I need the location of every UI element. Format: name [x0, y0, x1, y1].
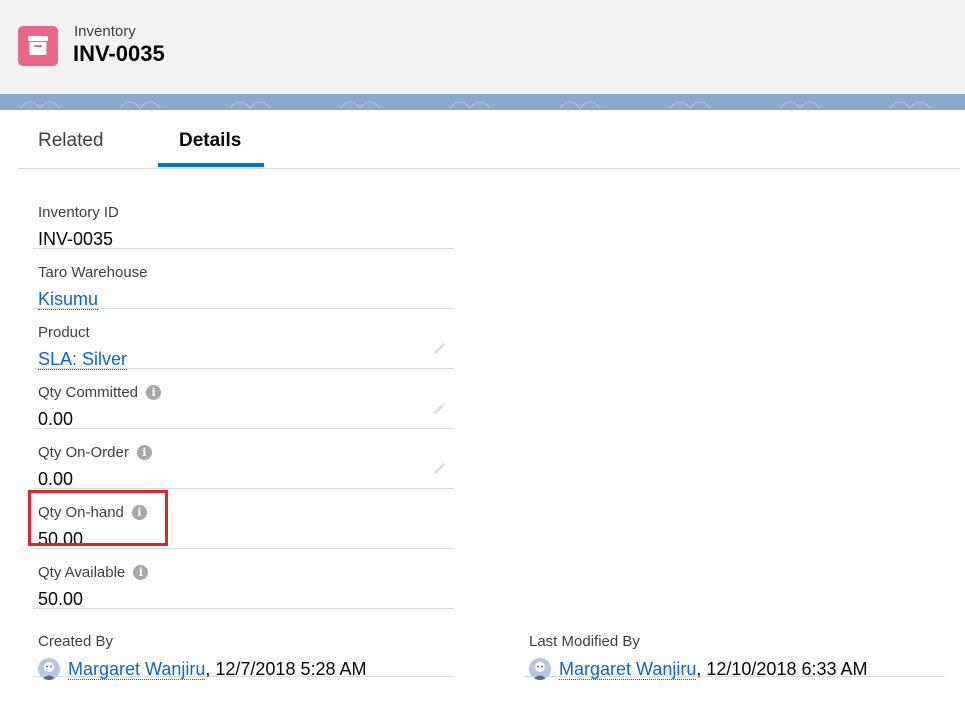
- field-qty-committed: Qty Committed i 0.00: [33, 368, 454, 429]
- field-label: Taro Warehouse: [38, 264, 148, 281]
- edit-pencil-icon[interactable]: [432, 462, 446, 476]
- highlight-box: [28, 490, 168, 546]
- edit-pencil-icon[interactable]: [432, 342, 446, 356]
- user-avatar-icon: [38, 658, 60, 680]
- field-product: Product SLA: Silver: [33, 308, 454, 370]
- field-value: INV-0035: [38, 229, 114, 249]
- field-inventory-id: Inventory ID INV-0035: [33, 188, 454, 249]
- record-title: INV-0035: [73, 41, 165, 66]
- warehouse-link[interactable]: Kisumu: [38, 289, 99, 310]
- active-tab-indicator: [158, 163, 264, 167]
- record-header: Inventory INV-0035: [0, 0, 965, 94]
- tab-related[interactable]: Related: [38, 130, 104, 152]
- field-value: Kisumu: [38, 289, 99, 310]
- field-value: Margaret Wanjiru, 12/7/2018 5:28 AM: [38, 658, 367, 680]
- field-label: Qty Available i: [38, 564, 149, 581]
- modified-by-user-link[interactable]: Margaret Wanjiru: [559, 659, 697, 680]
- modified-date: , 12/10/2018 6:33 AM: [696, 658, 868, 679]
- field-label: Inventory ID: [38, 204, 119, 221]
- field-value: 0.00: [38, 469, 74, 489]
- field-qty-available: Qty Available i 50.00: [33, 548, 454, 609]
- product-link[interactable]: SLA: Silver: [38, 349, 128, 370]
- decorative-band: [0, 94, 965, 110]
- field-value: 50.00: [38, 589, 84, 609]
- field-label: Product: [38, 324, 90, 341]
- record-detail-panel: Related Details Inventory ID INV-0035 Ta…: [0, 110, 965, 703]
- field-last-modified-by: Last Modified By Margaret Wanjiru, 12/10…: [524, 616, 945, 680]
- field-label: Qty Committed i: [38, 384, 162, 401]
- created-by-user-link[interactable]: Margaret Wanjiru: [68, 659, 206, 680]
- field-value: Margaret Wanjiru, 12/10/2018 6:33 AM: [529, 658, 868, 680]
- field-value: SLA: Silver: [38, 349, 128, 370]
- created-date: , 12/7/2018 5:28 AM: [205, 658, 367, 679]
- info-icon[interactable]: i: [146, 385, 162, 400]
- field-label: Created By: [38, 633, 114, 650]
- field-label: Last Modified By: [529, 633, 640, 650]
- user-avatar-icon: [529, 658, 551, 680]
- tab-bar: Related Details: [18, 110, 960, 169]
- field-created-by: Created By Margaret Wanjiru, 12/7/2018 5…: [33, 616, 454, 680]
- field-taro-warehouse: Taro Warehouse Kisumu: [33, 248, 454, 310]
- field-label: Qty On-Order i: [38, 444, 152, 461]
- info-icon[interactable]: i: [136, 445, 152, 460]
- archive-box-icon: [18, 26, 58, 66]
- object-label: Inventory: [74, 23, 136, 40]
- info-icon[interactable]: i: [133, 565, 149, 580]
- field-qty-on-order: Qty On-Order i 0.00: [33, 428, 454, 489]
- field-value: 0.00: [38, 409, 74, 429]
- tab-details[interactable]: Details: [179, 130, 241, 152]
- edit-pencil-icon[interactable]: [432, 402, 446, 416]
